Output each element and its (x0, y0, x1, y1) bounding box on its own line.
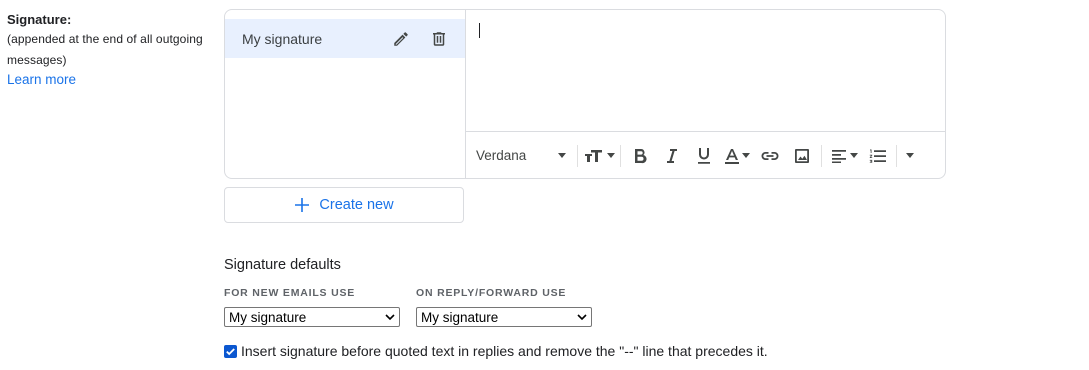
signature-list-item[interactable]: My signature (225, 19, 465, 58)
new-emails-label: FOR NEW EMAILS USE (224, 287, 356, 299)
align-icon[interactable] (825, 142, 863, 170)
signature-text-editor[interactable] (466, 10, 945, 131)
signature-description: (appended at the end of all outgoing mes… (7, 32, 203, 67)
insert-signature-option: Insert signature before quoted text in r… (224, 343, 768, 359)
insert-signature-label: Insert signature before quoted text in r… (241, 343, 768, 359)
new-emails-select-value: My signature (229, 309, 307, 325)
link-icon[interactable] (754, 142, 786, 170)
text-caret (479, 23, 480, 38)
chevron-down-icon (558, 153, 566, 158)
bold-icon[interactable] (624, 142, 656, 170)
create-new-label: Create new (319, 197, 394, 213)
image-icon[interactable] (786, 142, 818, 170)
new-emails-signature-select[interactable]: My signature (224, 307, 400, 327)
formatting-toolbar: Verdana (466, 131, 945, 178)
signature-list: My signature (225, 10, 466, 178)
checkmark-icon (226, 347, 235, 355)
plus-icon (295, 198, 310, 212)
edit-signature-icon[interactable] (389, 27, 413, 51)
underline-icon[interactable] (688, 142, 720, 170)
signature-defaults-title: Signature defaults (224, 257, 341, 273)
font-size-icon[interactable] (581, 142, 617, 170)
more-options-icon[interactable] (900, 142, 920, 170)
insert-signature-checkbox[interactable] (224, 344, 237, 358)
signature-title: Signature: (7, 12, 72, 27)
italic-icon[interactable] (656, 142, 688, 170)
create-new-button[interactable]: Create new (224, 187, 464, 223)
numbered-list-icon[interactable] (863, 142, 893, 170)
toolbar-divider (821, 144, 822, 167)
toolbar-divider (620, 144, 621, 167)
signature-item-name: My signature (242, 30, 323, 47)
font-family-dropdown[interactable]: Verdana (476, 148, 574, 163)
reply-select-value: My signature (421, 309, 499, 325)
toolbar-divider (896, 144, 897, 167)
text-color-icon[interactable] (720, 142, 754, 170)
delete-signature-icon[interactable] (427, 27, 451, 51)
font-family-value: Verdana (476, 148, 527, 163)
chevron-down-icon (577, 313, 587, 320)
learn-more-link[interactable]: Learn more (7, 71, 76, 89)
toolbar-divider (577, 144, 578, 167)
reply-forward-label: ON REPLY/FORWARD USE (416, 287, 567, 299)
reply-forward-signature-select[interactable]: My signature (416, 307, 592, 327)
signature-editor-panel: My signature Verdana (224, 9, 946, 179)
signature-section-label: Signature: (appended at the end of all o… (7, 11, 217, 89)
chevron-down-icon (385, 313, 395, 320)
